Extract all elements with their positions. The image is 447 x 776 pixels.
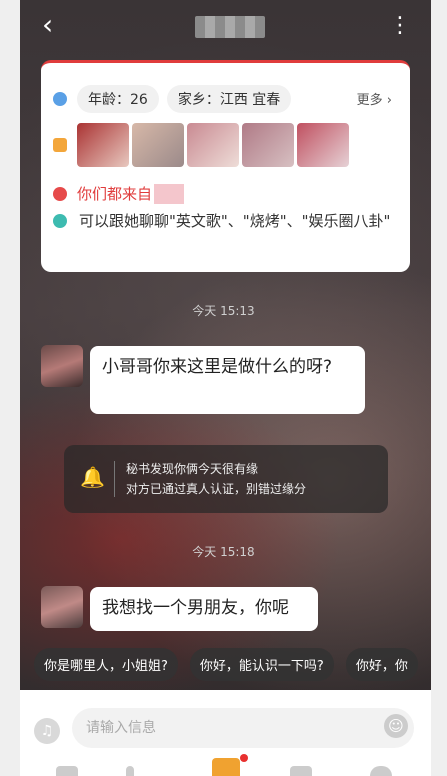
photo-strip[interactable] (77, 123, 352, 167)
message-input[interactable]: 请输入信息 (72, 708, 414, 748)
quick-reply-pill[interactable]: 你好，能认识一下吗? (189, 648, 334, 681)
photo-thumb[interactable] (132, 123, 184, 167)
blurred-text (154, 183, 185, 204)
video-icon (53, 138, 67, 152)
input-bar: ♫ 请输入信息 ☺ (20, 690, 431, 776)
more-options-icon[interactable] (370, 766, 392, 776)
avatar[interactable] (41, 345, 83, 387)
notice-line-1: 秘书发现你俩今天很有缘 (126, 462, 259, 476)
left-edge (0, 0, 20, 776)
message-bubble: 我想找一个男朋友，你呢 (90, 587, 318, 631)
timestamp: 今天 15:18 (192, 545, 255, 559)
more-link[interactable]: 更多 › (357, 89, 392, 108)
photo-thumb[interactable] (187, 123, 239, 167)
hometown-chip: 家乡：江西 宜春 (166, 85, 292, 113)
quick-reply-pill[interactable]: 你好，你 (345, 648, 418, 681)
age-chip: 年龄：26 (77, 85, 159, 113)
emoji-icon[interactable]: ☺ (384, 714, 408, 738)
photo-thumb[interactable] (297, 123, 349, 167)
chevron-left-icon[interactable]: ‹ (42, 10, 72, 40)
contact-name-blurred (195, 16, 265, 38)
location-icon (53, 186, 67, 201)
message-bubble: 小哥哥你来这里是做什么的呀? (90, 346, 365, 414)
avatar[interactable] (41, 586, 83, 628)
notice-text: 秘书发现你俩今天很有缘 对方已通过真人认证，别错过缘分 (126, 459, 306, 499)
top-bar: ‹ ⋮ (20, 0, 431, 52)
photo-thumb[interactable] (77, 123, 129, 167)
notice-line-2: 对方已通过真人认证，别错过缘分 (126, 482, 307, 496)
divider (114, 461, 115, 497)
system-notice: 🔔 秘书发现你俩今天很有缘 对方已通过真人认证，别错过缘分 (64, 445, 388, 513)
chat-topic-icon (53, 214, 67, 228)
voice-icon[interactable]: ♫ (34, 718, 60, 744)
profile-card: 年龄：26 家乡：江西 宜春 更多 › 你们都来自 可以跟她聊聊"英文歌"、"烧… (41, 60, 410, 272)
quick-reply-bar: 你是哪里人，小姐姐? 你好，能认识一下吗? 你好，你 (34, 648, 430, 681)
vertical-dots-icon[interactable]: ⋮ (389, 12, 411, 40)
mic-icon[interactable] (126, 766, 134, 776)
person-icon (53, 92, 67, 106)
bottom-toolbar (20, 754, 431, 776)
image-icon[interactable] (56, 766, 78, 776)
timestamp: 今天 15:13 (192, 304, 255, 318)
topics-text: 可以跟她聊聊"英文歌"、"烧烤"、"娱乐圈八卦" (79, 212, 391, 230)
more-label: 更多 (356, 93, 383, 108)
bell-icon: 🔔 (80, 465, 105, 489)
right-edge (431, 0, 447, 776)
notification-dot (240, 754, 248, 762)
quick-reply-pill[interactable]: 你是哪里人，小姐姐? (34, 648, 178, 681)
common-origin-label: 你们都来自 (77, 185, 153, 203)
gift-icon[interactable] (212, 758, 240, 776)
photo-thumb[interactable] (242, 123, 294, 167)
video-call-icon[interactable] (290, 766, 312, 776)
